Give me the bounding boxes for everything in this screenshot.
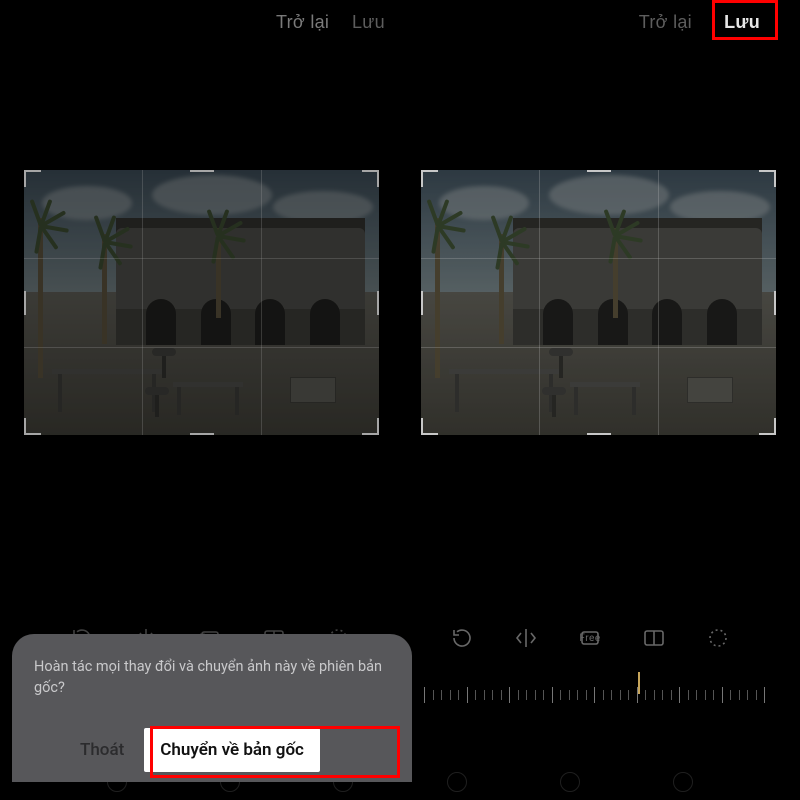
save-button-left[interactable]: Lưu <box>344 8 393 37</box>
rotate-icon[interactable] <box>448 624 476 652</box>
nav-dot[interactable] <box>447 772 467 792</box>
crop-handle-br[interactable] <box>362 418 379 435</box>
aspect-ratio-icon[interactable] <box>640 624 668 652</box>
nav-dot[interactable] <box>560 772 580 792</box>
crop-handle-br[interactable] <box>759 418 776 435</box>
crop-handle-tl[interactable] <box>421 170 438 187</box>
free-ratio-label: Free <box>579 633 600 644</box>
dialog-revert-button[interactable]: Chuyển về bản gốc <box>144 728 320 772</box>
crop-handle-top[interactable] <box>190 170 214 172</box>
crop-handle-top[interactable] <box>587 170 611 172</box>
revert-dialog: Hoàn tác mọi thay đổi và chuyển ảnh này … <box>12 634 412 782</box>
crop-handle-bottom[interactable] <box>190 433 214 435</box>
crop-handle-bottom[interactable] <box>587 433 611 435</box>
crop-handle-right[interactable] <box>377 291 379 315</box>
crop-handle-bl[interactable] <box>421 418 438 435</box>
flip-icon[interactable] <box>512 624 540 652</box>
crop-handle-bl[interactable] <box>24 418 41 435</box>
dialog-message: Hoàn tác mọi thay đổi và chuyển ảnh này … <box>34 656 390 698</box>
free-ratio-icon[interactable]: Free <box>576 624 604 652</box>
crop-handle-left[interactable] <box>421 291 423 315</box>
dialog-exit-button[interactable]: Thoát <box>80 740 124 760</box>
crop-handle-tr[interactable] <box>362 170 379 187</box>
perspective-icon[interactable] <box>704 624 732 652</box>
crop-handle-right[interactable] <box>774 291 776 315</box>
back-button-left[interactable]: Trở lại <box>268 8 337 37</box>
save-button-right[interactable]: Lưu <box>716 8 768 37</box>
ruler-current-indicator <box>638 672 640 694</box>
nav-dot[interactable] <box>673 772 693 792</box>
back-button-right[interactable]: Trở lại <box>631 8 700 37</box>
crop-toolbar-right: Free <box>448 624 732 652</box>
crop-handle-tr[interactable] <box>759 170 776 187</box>
dialog-revert-label: Chuyển về bản gốc <box>160 740 304 760</box>
photo-crop-panel-left[interactable] <box>24 170 379 435</box>
rotation-ruler[interactable] <box>424 674 764 720</box>
photo-crop-panel-right[interactable] <box>421 170 776 435</box>
crop-handle-left[interactable] <box>24 291 26 315</box>
crop-handle-tl[interactable] <box>24 170 41 187</box>
